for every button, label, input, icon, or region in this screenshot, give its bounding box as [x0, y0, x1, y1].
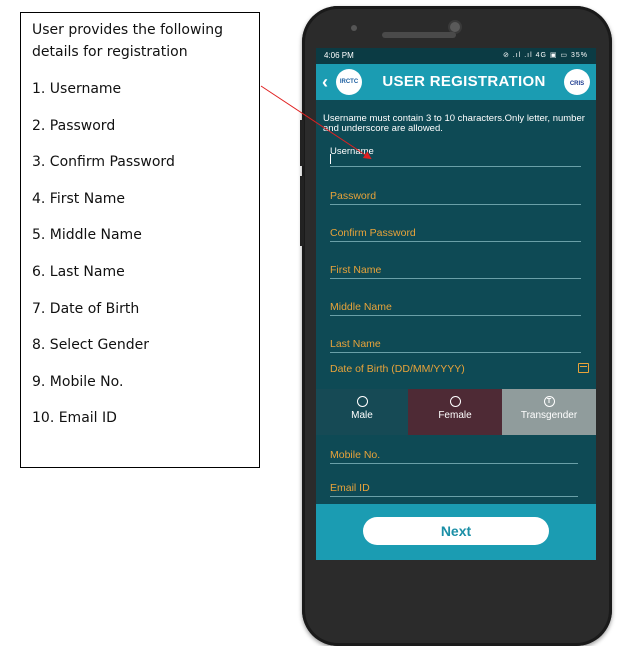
last-name-input[interactable]: Last Name — [330, 334, 581, 353]
male-icon — [356, 396, 368, 407]
footer-bar: Next — [316, 504, 596, 560]
description-list: 1. Username 2. Password 3. Confirm Passw… — [32, 79, 175, 445]
password-input[interactable]: Password — [330, 186, 581, 205]
email-input[interactable]: Email ID — [330, 478, 578, 497]
gender-selector: Male Female T Transgender — [316, 389, 596, 435]
list-item: 6. Last Name — [32, 263, 125, 280]
chevron-left-icon[interactable]: ‹ — [322, 72, 328, 92]
cris-logo: CRIS — [564, 69, 590, 95]
page-title: USER REGISTRATION — [382, 73, 546, 90]
last-name-label: Last Name — [330, 338, 381, 350]
next-button[interactable]: Next — [363, 517, 549, 545]
mobile-input[interactable]: Mobile No. — [330, 445, 578, 464]
description-intro: User provides the following details for … — [32, 22, 224, 60]
list-item: 2. Password — [32, 117, 116, 134]
confirm-password-input[interactable]: Confirm Password — [330, 223, 581, 242]
password-label: Password — [330, 190, 377, 202]
list-item: 7. Date of Birth — [32, 300, 140, 317]
gender-female-button[interactable]: Female — [408, 389, 502, 435]
list-item: 9. Mobile No. — [32, 373, 124, 390]
gender-transgender-label: Transgender — [520, 410, 578, 421]
description-box: User provides the following details for … — [20, 12, 260, 468]
status-icons: ⊘ .ıl .ıl 4G ▣ ▭ 35% — [503, 52, 588, 59]
list-item: 10. Email ID — [32, 410, 117, 427]
username-hint: Username must contain 3 to 10 characters… — [323, 113, 585, 134]
status-bar: 4:06 PM ⊘ .ıl .ıl 4G ▣ ▭ 35% — [316, 48, 596, 64]
list-item: 3. Confirm Password — [32, 154, 175, 171]
cris-logo-text: CRIS — [569, 81, 585, 87]
front-camera — [450, 22, 460, 32]
status-time: 4:06 PM — [324, 51, 354, 60]
list-item: 5. Middle Name — [32, 227, 142, 244]
text-cursor — [330, 154, 331, 164]
mobile-label: Mobile No. — [330, 449, 381, 461]
confirm-password-label: Confirm Password — [330, 227, 416, 239]
gender-male-button[interactable]: Male — [316, 389, 408, 435]
gender-male-label: Male — [351, 410, 373, 421]
female-icon — [449, 396, 461, 407]
side-button — [300, 176, 304, 246]
dob-input[interactable]: Date of Birth (DD/MM/YYYY) — [330, 359, 570, 377]
gender-female-label: Female — [438, 410, 472, 421]
list-item: 1. Username — [32, 81, 122, 97]
list-item: 4. First Name — [32, 190, 126, 207]
transgender-icon: T — [543, 396, 555, 407]
sensor-dot — [351, 25, 357, 31]
username-label: Username — [330, 146, 374, 157]
side-button — [300, 120, 304, 166]
first-name-input[interactable]: First Name — [330, 260, 581, 279]
first-name-label: First Name — [330, 264, 382, 276]
list-item: 8. Select Gender — [32, 337, 150, 354]
calendar-icon[interactable] — [578, 363, 589, 373]
middle-name-label: Middle Name — [330, 301, 392, 313]
earpiece-speaker — [382, 32, 456, 38]
gender-transgender-button[interactable]: T Transgender — [502, 389, 596, 435]
middle-name-input[interactable]: Middle Name — [330, 297, 581, 316]
irctc-logo: IRCTC — [336, 69, 362, 95]
app-bar: ‹ IRCTC USER REGISTRATION CRIS — [316, 64, 596, 100]
username-input[interactable]: Username — [330, 146, 581, 167]
phone-screen: 4:06 PM ⊘ .ıl .ıl 4G ▣ ▭ 35% ‹ IRCTC USE… — [316, 48, 596, 560]
dob-label: Date of Birth (DD/MM/YYYY) — [330, 363, 465, 375]
irctc-logo-text: IRCTC — [339, 79, 359, 85]
email-label: Email ID — [330, 482, 370, 494]
